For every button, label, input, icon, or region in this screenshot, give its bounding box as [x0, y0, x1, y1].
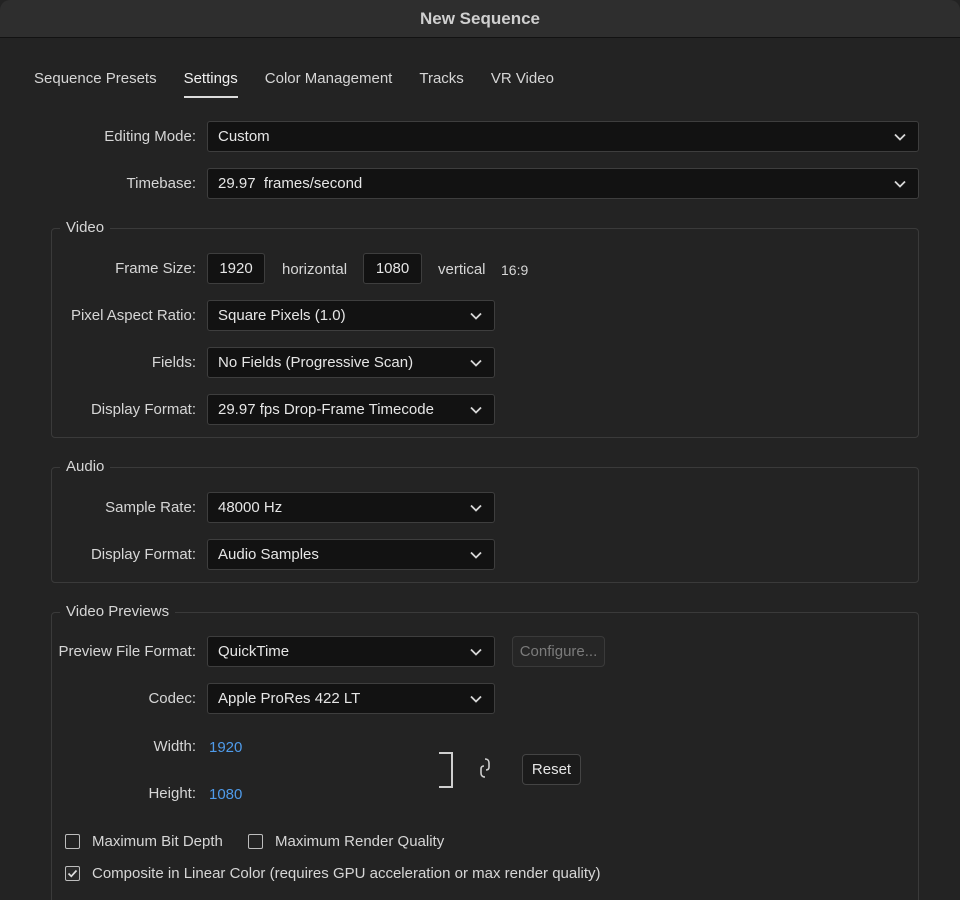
vertical-label: vertical — [438, 261, 486, 278]
chevron-down-icon — [894, 180, 906, 188]
new-sequence-dialog: New Sequence Sequence Presets Settings C… — [0, 0, 960, 900]
reset-button[interactable]: Reset — [522, 754, 581, 785]
max-bit-depth-label[interactable]: Maximum Bit Depth — [92, 832, 223, 852]
preview-width-value[interactable]: 1920 — [209, 738, 242, 758]
timebase-dropdown[interactable]: 29.97 frames/second — [207, 168, 919, 199]
chevron-down-icon — [470, 551, 482, 559]
max-render-quality-label[interactable]: Maximum Render Quality — [275, 832, 444, 852]
preview-file-format-dropdown[interactable]: QuickTime — [207, 636, 495, 667]
frame-size-label: Frame Size: — [115, 260, 196, 277]
chevron-down-icon — [894, 133, 906, 141]
audio-display-format-value: Audio Samples — [218, 546, 319, 563]
codec-dropdown[interactable]: Apple ProRes 422 LT — [207, 683, 495, 714]
frame-width-input[interactable]: 1920 — [207, 253, 265, 284]
timebase-label: Timebase: — [126, 175, 196, 192]
audio-group-title: Audio — [60, 457, 111, 477]
tab-color-management[interactable]: Color Management — [265, 70, 393, 98]
audio-display-format-dropdown[interactable]: Audio Samples — [207, 539, 495, 570]
codec-value: Apple ProRes 422 LT — [218, 690, 361, 707]
audio-display-format-label: Display Format: — [90, 546, 196, 563]
max-render-quality-checkbox[interactable] — [248, 834, 263, 849]
frame-height-input[interactable]: 1080 — [363, 253, 422, 284]
video-display-format-dropdown[interactable]: 29.97 fps Drop-Frame Timecode — [207, 394, 495, 425]
fields-value: No Fields (Progressive Scan) — [218, 354, 414, 371]
timebase-value: 29.97 frames/second — [218, 175, 363, 192]
chevron-down-icon — [470, 695, 482, 703]
composite-linear-checkbox[interactable] — [65, 866, 80, 881]
composite-linear-label[interactable]: Composite in Linear Color (requires GPU … — [92, 864, 601, 884]
pixel-aspect-ratio-dropdown[interactable]: Square Pixels (1.0) — [207, 300, 495, 331]
codec-label: Codec: — [148, 690, 196, 707]
preview-width-label: Width: — [153, 738, 196, 755]
tab-settings[interactable]: Settings — [183, 70, 238, 98]
tab-bar: Sequence Presets Settings Color Manageme… — [34, 70, 581, 98]
video-display-format-value: 29.97 fps Drop-Frame Timecode — [218, 401, 434, 418]
editing-mode-value: Custom — [218, 128, 270, 145]
preview-file-format-value: QuickTime — [218, 643, 290, 660]
chevron-down-icon — [470, 359, 482, 367]
chevron-down-icon — [470, 504, 482, 512]
tab-sequence-presets[interactable]: Sequence Presets — [34, 70, 157, 98]
video-previews-group-title: Video Previews — [60, 602, 176, 622]
preview-height-label: Height: — [148, 785, 196, 802]
link-bracket-icon — [439, 752, 453, 788]
chevron-down-icon — [470, 648, 482, 656]
horizontal-label: horizontal — [282, 261, 348, 278]
chain-link-icon[interactable] — [476, 756, 494, 780]
pixel-aspect-ratio-label: Pixel Aspect Ratio: — [70, 307, 196, 324]
preview-height-value[interactable]: 1080 — [209, 785, 242, 805]
sample-rate-label: Sample Rate: — [105, 499, 196, 516]
chevron-down-icon — [470, 406, 482, 414]
title-bar: New Sequence — [0, 0, 960, 38]
aspect-ratio-label: 16:9 — [501, 262, 529, 278]
editing-mode-label: Editing Mode: — [104, 128, 196, 145]
sample-rate-dropdown[interactable]: 48000 Hz — [207, 492, 495, 523]
pixel-aspect-ratio-value: Square Pixels (1.0) — [218, 307, 346, 324]
chevron-down-icon — [470, 312, 482, 320]
max-bit-depth-checkbox[interactable] — [65, 834, 80, 849]
tab-tracks[interactable]: Tracks — [419, 70, 463, 98]
editing-mode-dropdown[interactable]: Custom — [207, 121, 919, 152]
dialog-title: New Sequence — [420, 8, 540, 28]
fields-dropdown[interactable]: No Fields (Progressive Scan) — [207, 347, 495, 378]
video-display-format-label: Display Format: — [90, 401, 196, 418]
video-group-title: Video — [60, 218, 111, 238]
sample-rate-value: 48000 Hz — [218, 499, 283, 516]
checkmark-icon — [67, 869, 78, 878]
configure-button[interactable]: Configure... — [512, 636, 605, 667]
preview-file-format-label: Preview File Format: — [58, 643, 196, 660]
fields-label: Fields: — [151, 354, 196, 371]
tab-vr-video[interactable]: VR Video — [491, 70, 554, 98]
